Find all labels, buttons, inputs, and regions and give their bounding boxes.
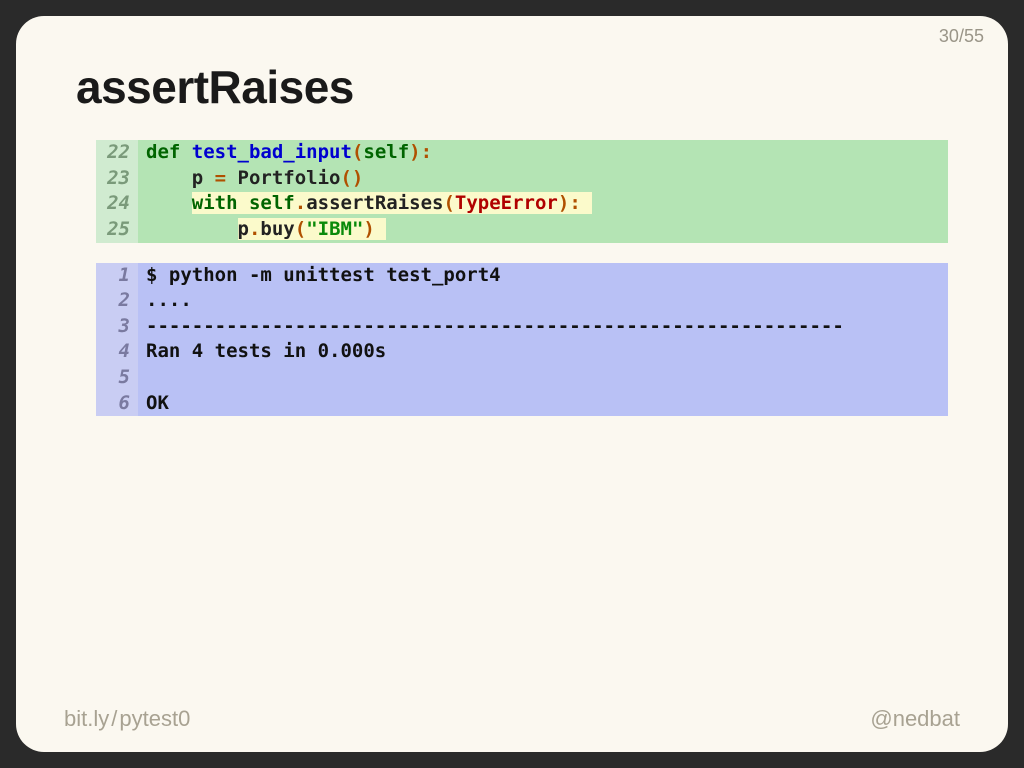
terminal-content [138,365,948,391]
code-content: p.buy("IBM") [138,217,948,243]
page-current: 30 [939,26,959,46]
line-number: 1 [96,263,138,289]
slide-title: assertRaises [76,60,948,114]
line-number: 5 [96,365,138,391]
terminal-content: ----------------------------------------… [138,314,948,340]
page-counter: 30/55 [939,26,984,47]
line-number: 4 [96,339,138,365]
code-line: 23 p = Portfolio() [96,166,948,192]
terminal-content: OK [138,391,948,417]
terminal-line: 3---------------------------------------… [96,314,948,340]
code-block-python: 22def test_bad_input(self):23 p = Portfo… [96,140,948,243]
code-content: p = Portfolio() [138,166,948,192]
code-block-terminal: 1$ python -m unittest test_port42....3--… [96,263,948,417]
line-number: 2 [96,288,138,314]
slide-footer: bit.ly/pytest0 @nedbat [64,706,960,732]
code-content: def test_bad_input(self): [138,140,948,166]
terminal-content: .... [138,288,948,314]
line-number: 6 [96,391,138,417]
line-number: 3 [96,314,138,340]
footer-handle[interactable]: @nedbat [870,706,960,732]
code-line: 25 p.buy("IBM") [96,217,948,243]
line-number: 25 [96,217,138,243]
slide: 30/55 assertRaises 22def test_bad_input(… [16,16,1008,752]
terminal-content: $ python -m unittest test_port4 [138,263,948,289]
line-number: 23 [96,166,138,192]
terminal-line: 5 [96,365,948,391]
line-number: 24 [96,191,138,217]
footer-link-host: bit.ly [64,706,109,731]
terminal-line: 1$ python -m unittest test_port4 [96,263,948,289]
footer-link-slash: / [109,706,119,731]
line-number: 22 [96,140,138,166]
page-total: 55 [964,26,984,46]
footer-link-path: pytest0 [119,706,190,731]
footer-link[interactable]: bit.ly/pytest0 [64,706,190,732]
terminal-line: 6OK [96,391,948,417]
terminal-content: Ran 4 tests in 0.000s [138,339,948,365]
code-line: 24 with self.assertRaises(TypeError): [96,191,948,217]
terminal-line: 2.... [96,288,948,314]
code-content: with self.assertRaises(TypeError): [138,191,948,217]
code-line: 22def test_bad_input(self): [96,140,948,166]
terminal-line: 4Ran 4 tests in 0.000s [96,339,948,365]
